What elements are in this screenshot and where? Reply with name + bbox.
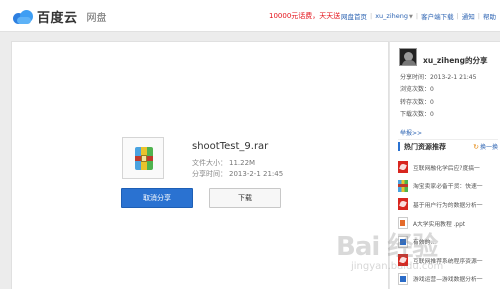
- top-header: 百度云 网盘 10000元话费，天天送 网盘首页 | xu_ziheng▼ | …: [0, 0, 500, 32]
- baidu-jingyan-watermark: Bai 经验 jingyan.baidu.com: [336, 226, 476, 286]
- logo-text: 百度云: [37, 11, 78, 26]
- hot-resource-item[interactable]: 互联网融化学后应?度搞一: [398, 158, 500, 177]
- nav-divider: |: [477, 12, 480, 20]
- share-stats: 分享时间：2013-2-1 21:45 浏览次数：0 转存次数：0 下载次数：0: [400, 72, 476, 121]
- nav-help-link[interactable]: 帮助: [483, 11, 496, 21]
- nav-username: xu_ziheng: [375, 12, 409, 20]
- watermark-url-text: jingyan.baidu.com: [351, 261, 444, 272]
- file-size-row: 文件大小： 11.22M: [192, 158, 255, 168]
- share-time-value: 2013-2-1 21:45: [229, 170, 284, 178]
- nav-home-link[interactable]: 网盘首页: [341, 11, 367, 21]
- pdf-file-icon: [398, 161, 408, 174]
- pdf-file-icon: [398, 198, 408, 211]
- stat-downloads: 下载次数：0: [400, 110, 434, 118]
- refresh-list-button[interactable]: ↻ 换一换: [473, 142, 498, 152]
- hot-resources-header: 热门资源推荐 ↻ 换一换: [398, 139, 498, 152]
- top-nav: 网盘首页 | xu_ziheng▼ | 客户端下载 | 通知 | 帮助: [341, 11, 496, 21]
- nav-notify-link[interactable]: 通知: [462, 11, 475, 21]
- logo-subtitle: 网盘: [86, 13, 107, 24]
- nav-divider: |: [415, 12, 419, 20]
- stat-views: 浏览次数：0: [400, 86, 434, 94]
- hot-resource-item[interactable]: 基于用户行为的数据分析一: [398, 195, 500, 214]
- watermark-main-text: Bai 经验: [336, 232, 438, 262]
- file-size-value: 11.22M: [229, 159, 256, 167]
- hot-resource-title: 互联网融化学后应?度搞一: [413, 165, 480, 172]
- stat-saves: 转存次数：0: [400, 98, 434, 106]
- avatar[interactable]: [399, 48, 417, 66]
- nav-user-menu[interactable]: xu_ziheng▼: [375, 12, 413, 20]
- chevron-down-icon: ▼: [409, 14, 413, 20]
- refresh-icon: ↻: [473, 142, 479, 151]
- share-time-label: 分享时间：: [192, 170, 227, 178]
- cloud-logo-icon: [12, 9, 34, 25]
- baidu-cloud-logo[interactable]: 百度云 网盘: [12, 7, 107, 26]
- promo-link[interactable]: 10000元话费，天天送: [269, 11, 340, 21]
- hot-resources-title: 热门资源推荐: [404, 142, 446, 151]
- share-time-row: 分享时间： 2013-2-1 21:45: [192, 169, 283, 179]
- stat-share-time: 分享时间：2013-2-1 21:45: [400, 74, 477, 81]
- download-button[interactable]: 下载: [209, 188, 281, 208]
- cancel-share-button[interactable]: 取消分享: [121, 188, 193, 208]
- refresh-label: 换一换: [479, 144, 498, 151]
- hot-resource-title: 淘宝卖家必备干货：快速一: [413, 184, 483, 191]
- section-marker: [398, 142, 400, 151]
- rar-archive-icon: [122, 137, 164, 179]
- rar-file-icon: [398, 179, 408, 192]
- nav-client-download-link[interactable]: 客户端下载: [421, 11, 454, 21]
- nav-divider: |: [456, 12, 459, 20]
- hot-resource-title: 基于用户行为的数据分析一: [413, 202, 483, 209]
- file-detail-panel: shootTest_9.rar 文件大小： 11.22M 分享时间： 2013-2-…: [11, 41, 389, 289]
- file-size-label: 文件大小：: [192, 159, 227, 167]
- sharer-title[interactable]: xu_ziheng的分享: [423, 55, 488, 66]
- file-name: shootTest_9.rar: [192, 141, 269, 152]
- report-link[interactable]: 举报>>: [400, 128, 422, 137]
- nav-divider: |: [370, 12, 373, 20]
- hot-resource-item[interactable]: 淘宝卖家必备干货：快速一: [398, 177, 500, 196]
